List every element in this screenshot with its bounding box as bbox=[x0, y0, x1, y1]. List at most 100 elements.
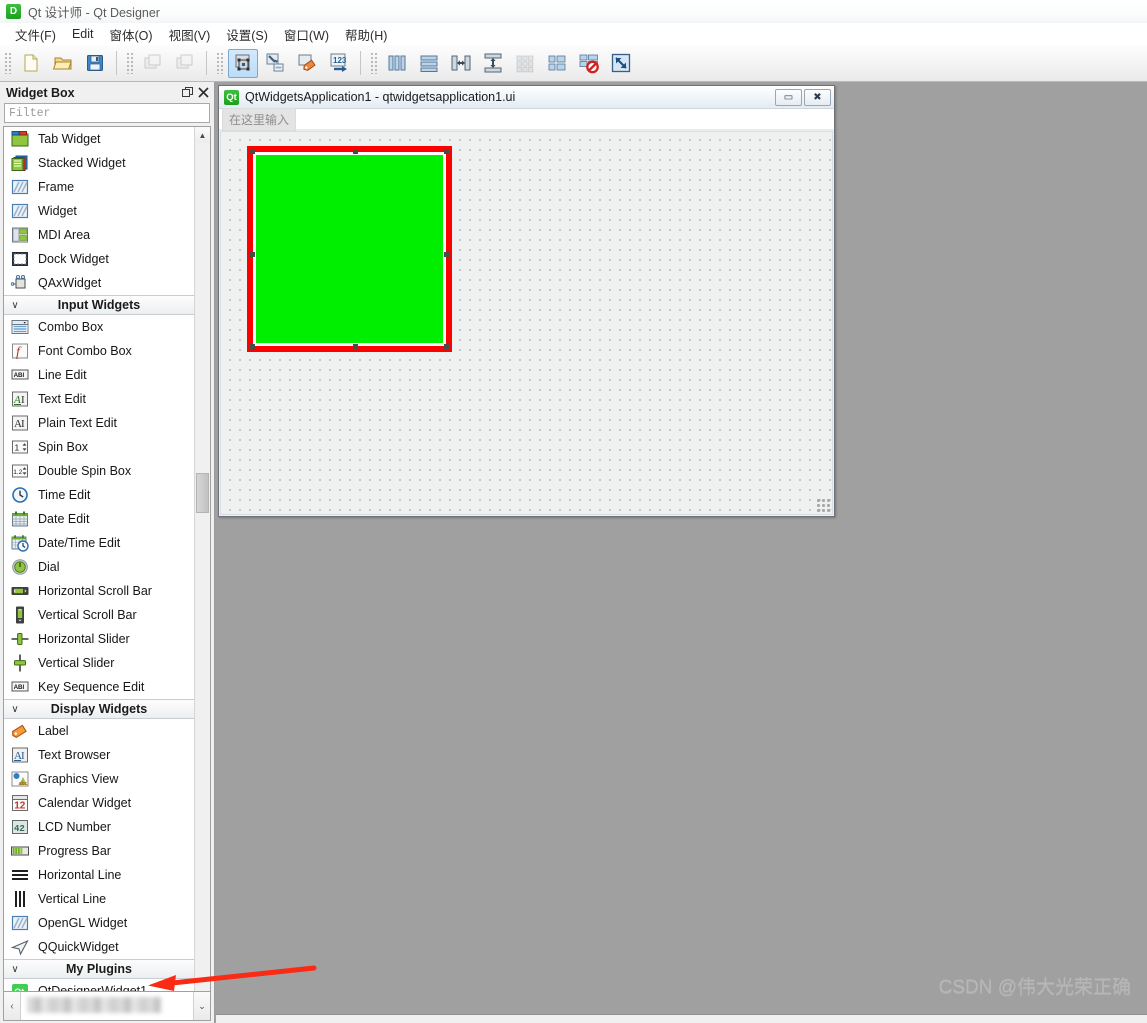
form-canvas[interactable] bbox=[220, 131, 833, 515]
menu-form[interactable]: 窗体(O) bbox=[102, 23, 161, 46]
widget-box-category-display-widgets[interactable]: ∨ Display Widgets bbox=[4, 699, 194, 719]
widget-box-item-spin-box[interactable]: 1 Spin Box bbox=[4, 435, 194, 459]
scrollbar-track[interactable] bbox=[195, 143, 210, 991]
undo-button[interactable] bbox=[138, 49, 168, 78]
save-form-button[interactable] bbox=[80, 49, 110, 78]
toolbar-grip[interactable] bbox=[4, 52, 12, 74]
widget-box-item-vertical-line[interactable]: Vertical Line bbox=[4, 887, 194, 911]
widget-box-item-horizontal-scroll-bar[interactable]: Horizontal Scroll Bar bbox=[4, 579, 194, 603]
scrollbar-thumb[interactable] bbox=[196, 473, 209, 513]
widget-box-item-calendar-widget[interactable]: 12 Calendar Widget bbox=[4, 791, 194, 815]
widget-box-item-qtdesignerwidget1[interactable]: Qt QtDesignerWidget1 bbox=[4, 979, 194, 991]
svg-text:12: 12 bbox=[14, 801, 26, 812]
widget-box-category-input-widgets[interactable]: ∨ Input Widgets bbox=[4, 295, 194, 315]
menu-window[interactable]: 窗口(W) bbox=[276, 23, 337, 46]
qquick-widget-icon bbox=[10, 938, 30, 957]
widget-box-list[interactable]: Tab Widget Stacked Widget Frame Widget MDI A… bbox=[4, 127, 194, 991]
resize-handle-bottom[interactable] bbox=[353, 344, 358, 349]
new-form-button[interactable] bbox=[16, 49, 46, 78]
widget-box-item-dock-widget[interactable]: Dock Widget bbox=[4, 247, 194, 271]
resize-handle-top-right[interactable] bbox=[444, 149, 449, 154]
widget-box-item-plain-text-edit[interactable]: A I Plain Text Edit bbox=[4, 411, 194, 435]
widget-box-item-key-sequence-edit[interactable]: ABI Key Sequence Edit bbox=[4, 675, 194, 699]
widget-box-item-date-edit[interactable]: Date Edit bbox=[4, 507, 194, 531]
edit-signals-slots-button[interactable] bbox=[260, 49, 290, 78]
widget-box-item-text-edit[interactable]: A I Text Edit bbox=[4, 387, 194, 411]
widget-box-item-stacked-widget[interactable]: Stacked Widget bbox=[4, 151, 194, 175]
mdi-workspace[interactable]: Qt QtWidgetsApplication1 - qtwidgetsappl… bbox=[216, 82, 1147, 1023]
key-sequence-edit-icon: ABI bbox=[10, 678, 30, 697]
widget-box-item-date-time-edit[interactable]: Date/Time Edit bbox=[4, 531, 194, 555]
widget-box-item-horizontal-slider[interactable]: Horizontal Slider bbox=[4, 627, 194, 651]
float-icon[interactable] bbox=[179, 85, 195, 101]
edit-tab-order-button[interactable]: 123 bbox=[324, 49, 354, 78]
widget-box-item-lcd-number[interactable]: 42 LCD Number bbox=[4, 815, 194, 839]
form-size-grip[interactable] bbox=[816, 498, 830, 512]
widget-box-category-my-plugins[interactable]: ∨ My Plugins bbox=[4, 959, 194, 979]
widget-box-item-time-edit[interactable]: Time Edit bbox=[4, 483, 194, 507]
menu-help[interactable]: 帮助(H) bbox=[337, 23, 395, 46]
resize-handle-top-left[interactable] bbox=[250, 149, 255, 154]
menu-view[interactable]: 视图(V) bbox=[161, 23, 219, 46]
widget-box-item-frame[interactable]: Frame bbox=[4, 175, 194, 199]
scroll-up-arrow-icon[interactable]: ▲ bbox=[195, 127, 210, 143]
widget-box-item-line-edit[interactable]: ABI Line Edit bbox=[4, 363, 194, 387]
widget-box-item-graphics-view[interactable]: abc Graphics View bbox=[4, 767, 194, 791]
qt-designer-widget1-instance[interactable] bbox=[247, 146, 452, 352]
layout-form-button[interactable] bbox=[542, 49, 572, 78]
widget-box-item-font-combo-box[interactable]: f Font Combo Box bbox=[4, 339, 194, 363]
layout-vertical-icon bbox=[418, 52, 440, 74]
widget-box-item-vertical-slider[interactable]: Vertical Slider bbox=[4, 651, 194, 675]
widget-box-item-tab-widget[interactable]: Tab Widget bbox=[4, 127, 194, 151]
layout-splitter-horizontal-button[interactable] bbox=[446, 49, 476, 78]
resize-handle-right[interactable] bbox=[444, 252, 449, 257]
widget-box-item-horizontal-line[interactable]: Horizontal Line bbox=[4, 863, 194, 887]
form-window-title-bar[interactable]: Qt QtWidgetsApplication1 - qtwidgetsappl… bbox=[219, 86, 834, 109]
edit-widgets-button[interactable] bbox=[228, 48, 258, 78]
widget-box-item-qaxwidget[interactable]: QAxWidget bbox=[4, 271, 194, 295]
widget-box-item-dial[interactable]: Dial bbox=[4, 555, 194, 579]
filter-input[interactable] bbox=[4, 103, 210, 123]
layout-horizontally-button[interactable] bbox=[382, 49, 412, 78]
resize-handle-top[interactable] bbox=[353, 149, 358, 154]
widget-box-item-double-spin-box[interactable]: 1.2 Double Spin Box bbox=[4, 459, 194, 483]
widget-box-item-vertical-scroll-bar[interactable]: Vertical Scroll Bar bbox=[4, 603, 194, 627]
toolbar-grip[interactable] bbox=[126, 52, 134, 74]
scroll-left-arrow-icon[interactable]: ‹ bbox=[4, 992, 21, 1020]
resize-handle-bottom-left[interactable] bbox=[250, 344, 255, 349]
widget-box-item-qquickwidget[interactable]: QQuickWidget bbox=[4, 935, 194, 959]
menu-edit[interactable]: Edit bbox=[64, 25, 102, 43]
resize-handle-bottom-right[interactable] bbox=[444, 344, 449, 349]
redo-button[interactable] bbox=[170, 49, 200, 78]
widget-box-item-label[interactable]: Label bbox=[4, 719, 194, 743]
toolbar-grip[interactable] bbox=[370, 52, 378, 74]
widget-box-vertical-scrollbar[interactable]: ▲ bbox=[194, 127, 210, 991]
toolbar-grip[interactable] bbox=[216, 52, 224, 74]
widget-box-item-widget[interactable]: Widget bbox=[4, 199, 194, 223]
widget-box-item-mdi-area[interactable]: MDI Area bbox=[4, 223, 194, 247]
censored-list-item bbox=[21, 992, 193, 1020]
widget-box-item-combo-box[interactable]: Combo Box bbox=[4, 315, 194, 339]
widget-box-item-label: Vertical Scroll Bar bbox=[38, 608, 137, 622]
widget-box-item-text-browser[interactable]: A I Text Browser bbox=[4, 743, 194, 767]
adjust-size-button[interactable] bbox=[606, 49, 636, 78]
minimize-button[interactable]: ▭ bbox=[775, 88, 802, 106]
resize-handle-left[interactable] bbox=[250, 252, 255, 257]
break-layout-button[interactable] bbox=[574, 49, 604, 78]
font-combo-box-icon: f bbox=[10, 342, 30, 361]
layout-grid-button[interactable] bbox=[510, 49, 540, 78]
open-form-button[interactable] bbox=[48, 49, 78, 78]
scroll-down-arrow-icon[interactable]: ⌄ bbox=[193, 992, 210, 1020]
form-menu-placeholder[interactable]: 在这里输入 bbox=[222, 107, 297, 131]
layout-vertically-button[interactable] bbox=[414, 49, 444, 78]
widget-box-item-progress-bar[interactable]: Progress Bar bbox=[4, 839, 194, 863]
widget-box-item-opengl-widget[interactable]: OpenGL Widget bbox=[4, 911, 194, 935]
close-icon[interactable] bbox=[195, 85, 211, 101]
edit-buddies-button[interactable] bbox=[292, 49, 322, 78]
menu-file[interactable]: 文件(F) bbox=[7, 23, 64, 46]
form-window[interactable]: Qt QtWidgetsApplication1 - qtwidgetsappl… bbox=[218, 85, 835, 517]
menu-settings[interactable]: 设置(S) bbox=[218, 23, 276, 46]
close-button[interactable]: ✖ bbox=[804, 88, 831, 106]
layout-splitter-vertical-button[interactable] bbox=[478, 49, 508, 78]
form-menu-bar[interactable]: 在这里输入 bbox=[219, 107, 834, 131]
